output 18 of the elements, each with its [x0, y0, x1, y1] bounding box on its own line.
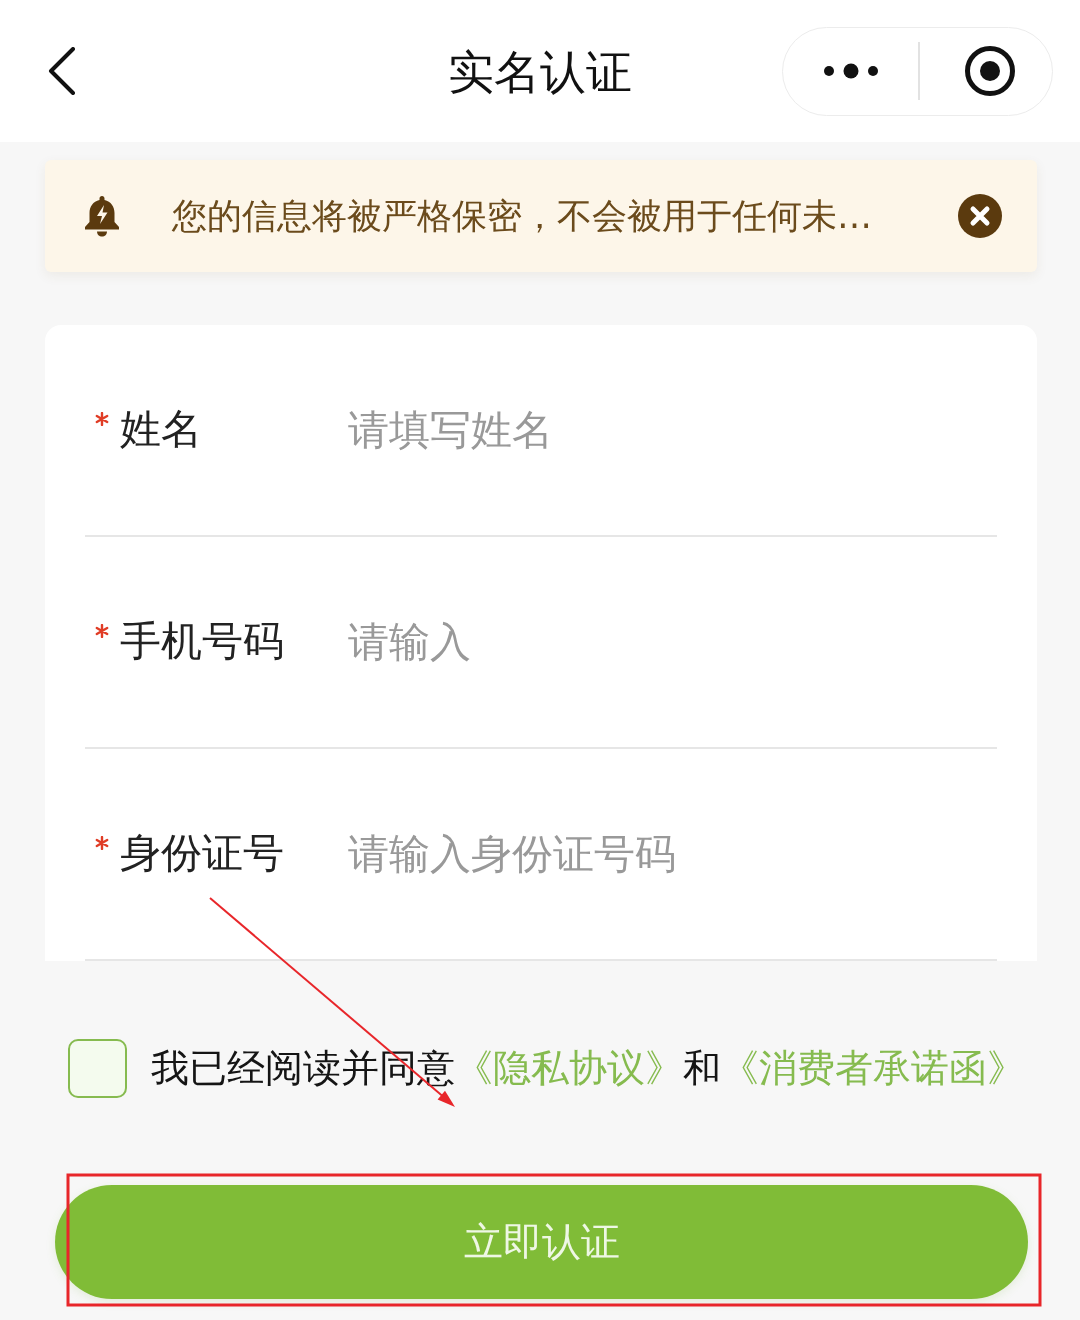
input-field[interactable]: 请输入: [348, 612, 997, 672]
agreement-text: 我已经阅读并同意《隐私协议》和《消费者承诺函》: [151, 1045, 1025, 1092]
more-icon[interactable]: [823, 63, 879, 79]
bell-icon: [82, 194, 122, 238]
page-title: 实名认证: [448, 47, 632, 95]
close-icon[interactable]: [958, 194, 1002, 238]
input-field[interactable]: 请输入身份证号码: [348, 824, 997, 884]
agree-checkbox[interactable]: [68, 1039, 127, 1098]
agreement-link[interactable]: 《消费者承诺函》: [721, 1045, 1025, 1090]
back-icon[interactable]: [48, 47, 76, 95]
field-label: 姓名: [120, 406, 202, 454]
field-label: 手机号码: [120, 618, 284, 666]
notice-text: 您的信息将被严格保密，不会被用于任何未…: [172, 195, 872, 237]
input-field[interactable]: 请填写姓名: [348, 400, 997, 460]
target-icon[interactable]: [963, 45, 1016, 97]
agreement-link[interactable]: 《隐私协议》: [455, 1045, 683, 1090]
submit-button[interactable]: 立即认证: [55, 1185, 1028, 1299]
field-label: 身份证号: [120, 830, 284, 878]
